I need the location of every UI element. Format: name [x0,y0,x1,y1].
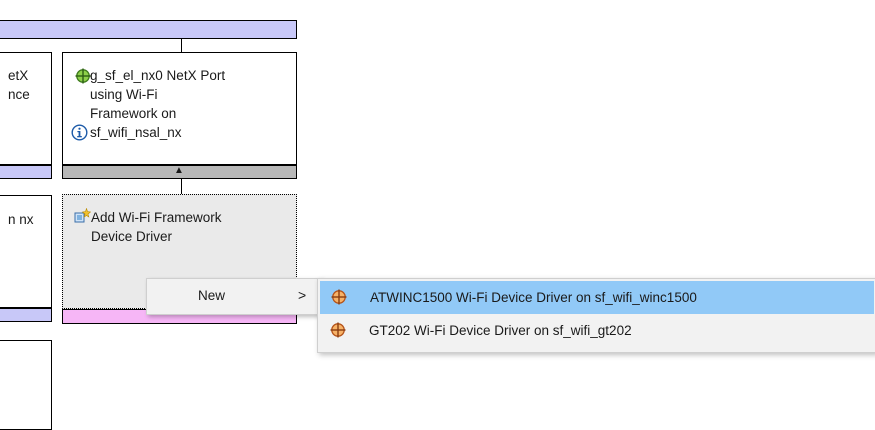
netx-port-module-card[interactable]: g_sf_el_nx0 NetX Port using Wi-Fi Framew… [62,52,297,165]
top-module-bar [0,20,297,39]
left-card-1-line-1: etX [8,68,29,83]
left-card-2-strip [0,308,52,322]
info-icon [71,124,88,141]
submenu-item-gt202[interactable]: GT202 Wi-Fi Device Driver on sf_wifi_gt2… [320,315,874,346]
add-component-icon [74,208,91,223]
collapse-arrow-icon[interactable]: ▲ [174,165,184,176]
connector-line-2 [181,179,182,194]
left-card-1-line-2: nce [8,87,30,102]
driver-icon [331,289,347,305]
driver-icon [330,322,346,338]
context-menu: New > [146,278,322,315]
new-submenu: ATWINC1500 Wi-Fi Device Driver on sf_wif… [317,278,875,353]
menu-item-new-label: New [198,288,226,303]
netx-card-collapse-strip[interactable]: ▲ [62,165,297,179]
left-card-2-line-1: n nx [8,212,34,227]
module-icon [75,68,91,84]
netx-card-line-2: using Wi-Fi [90,87,158,102]
submenu-item-atwinc1500-label: ATWINC1500 Wi-Fi Device Driver on sf_wif… [370,290,697,305]
netx-card-line-1: g_sf_el_nx0 NetX Port [90,68,226,83]
netx-card-line-4: sf_wifi_nsal_nx [90,125,182,140]
menu-item-new[interactable]: New > [149,281,319,312]
submenu-item-atwinc1500[interactable]: ATWINC1500 Wi-Fi Device Driver on sf_wif… [320,281,874,314]
left-card-1-strip [0,165,52,179]
add-card-line-1: Add Wi-Fi Framework [91,210,222,225]
left-module-card-3[interactable] [0,340,52,430]
left-module-card-1[interactable]: etX nce [0,52,52,165]
submenu-item-gt202-label: GT202 Wi-Fi Device Driver on sf_wifi_gt2… [369,323,632,338]
left-module-card-2[interactable]: n nx [0,195,52,308]
submenu-arrow-icon: > [298,287,307,303]
connector-line [181,39,182,53]
add-card-line-2: Device Driver [91,229,173,244]
netx-card-line-3: Framework on [90,106,177,121]
